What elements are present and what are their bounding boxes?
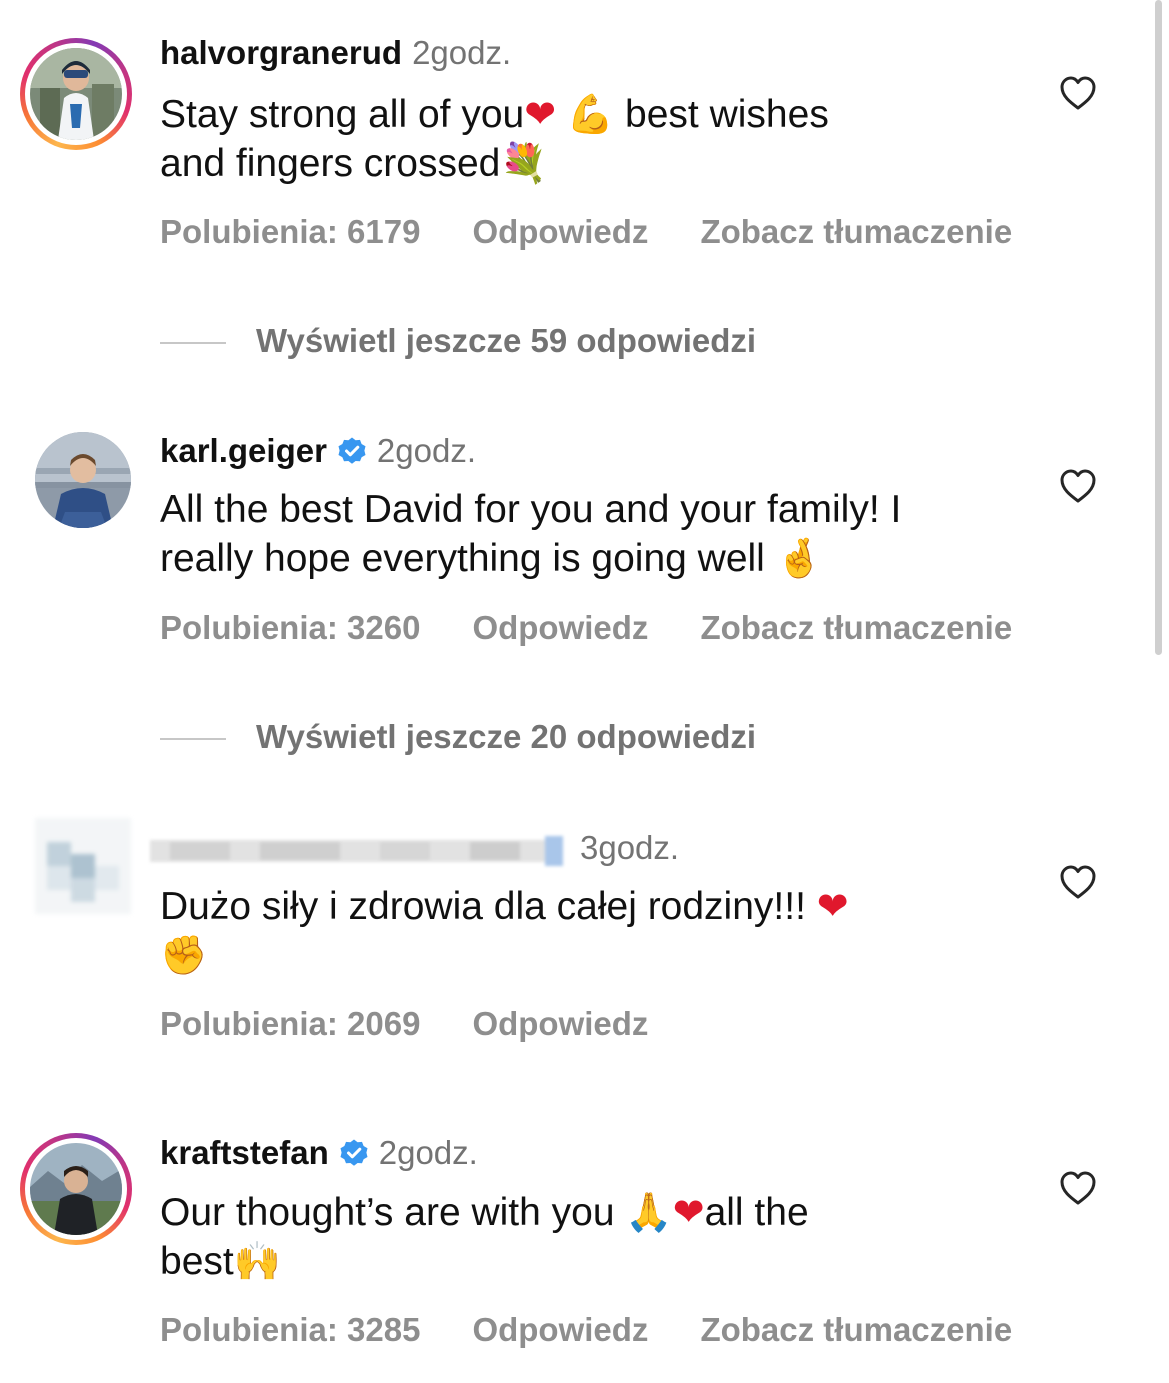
username[interactable]: kraftstefan	[160, 1134, 329, 1171]
comment-header: kraftstefan 2godz.	[160, 1134, 478, 1172]
avatar	[30, 1143, 122, 1235]
comment-text: Dużo siły i zdrowia dla całej rodziny!!!…	[160, 882, 1020, 980]
raised-fist-icon: ✊	[160, 933, 208, 977]
comment-text-line: All the best David for you and your fami…	[160, 488, 902, 531]
comment-text-line: Our thought’s are with you	[160, 1191, 615, 1234]
comment-text: Stay strong all of you❤ 💪 best wishes an…	[160, 90, 1020, 188]
verified-badge-icon	[338, 437, 366, 464]
view-replies-link[interactable]: Wyświetl jeszcze 20 odpowiedzi	[160, 718, 756, 756]
see-translation-button[interactable]: Zobacz tłumaczenie	[700, 213, 1012, 250]
red-heart-icon: ❤	[816, 884, 849, 928]
comment-text-line: best	[160, 1240, 234, 1283]
comment-header: 3godz.	[570, 829, 679, 867]
like-heart-icon[interactable]	[1058, 1169, 1098, 1209]
comment-text-line: Dużo siły i zdrowia dla całej rodziny!!!	[160, 885, 806, 928]
see-translation-button[interactable]: Zobacz tłumaczenie	[700, 1311, 1012, 1348]
like-heart-icon[interactable]	[1058, 74, 1098, 114]
avatar[interactable]	[35, 432, 131, 528]
red-heart-icon: ❤	[672, 1190, 705, 1234]
divider	[160, 342, 226, 345]
comment-actions: Polubienia: 3260 Odpowiedz Zobacz tłumacze…	[160, 609, 1064, 647]
comment-text: All the best David for you and your fami…	[160, 486, 1020, 583]
comment-header: halvorgranerud 2godz.	[160, 34, 511, 72]
reply-button[interactable]: Odpowiedz	[472, 1311, 648, 1348]
view-replies-label: Wyświetl jeszcze 20 odpowiedzi	[256, 718, 757, 755]
timestamp[interactable]: 2godz.	[377, 432, 476, 469]
raised-hands-icon: 🙌	[233, 1239, 282, 1283]
comment-actions: Polubienia: 3285 Odpowiedz Zobacz tłumacze…	[160, 1311, 1064, 1349]
comment-text-line: Stay strong all of you	[160, 93, 525, 136]
likes-count[interactable]: Polubienia: 3260	[160, 609, 420, 646]
timestamp[interactable]: 3godz.	[580, 829, 679, 866]
avatar-story-ring[interactable]	[20, 38, 132, 150]
reply-button[interactable]: Odpowiedz	[472, 1005, 648, 1042]
timestamp[interactable]: 2godz.	[379, 1134, 478, 1171]
comment-text: Our thought’s are with you 🙏❤all the bes…	[160, 1188, 1020, 1286]
scrollbar[interactable]	[1155, 0, 1162, 655]
timestamp[interactable]: 2godz.	[412, 34, 511, 71]
verified-badge-icon	[340, 1139, 368, 1166]
comment-actions: Polubienia: 2069 Odpowiedz	[160, 1005, 700, 1043]
comment-text-line: best wishes	[614, 93, 829, 136]
avatar	[30, 48, 122, 140]
username[interactable]: karl.geiger	[160, 432, 327, 469]
flexed-biceps-icon: 💪	[566, 92, 615, 136]
comment-header: karl.geiger 2godz.	[160, 432, 476, 470]
like-heart-icon[interactable]	[1058, 467, 1098, 507]
likes-count[interactable]: Polubienia: 3285	[160, 1311, 420, 1348]
reply-button[interactable]: Odpowiedz	[472, 213, 648, 250]
bouquet-icon: 💐	[500, 141, 548, 185]
divider	[160, 738, 226, 741]
comment-text-line: really hope everything is going well	[160, 537, 765, 580]
comment-actions: Polubienia: 6179 Odpowiedz Zobacz tłumacze…	[160, 213, 1064, 251]
reply-button[interactable]: Odpowiedz	[472, 609, 648, 646]
view-replies-label: Wyświetl jeszcze 59 odpowiedzi	[256, 322, 757, 359]
view-replies-link[interactable]: Wyświetl jeszcze 59 odpowiedzi	[160, 322, 756, 360]
likes-count[interactable]: Polubienia: 6179	[160, 213, 420, 250]
avatar-story-ring[interactable]	[20, 1133, 132, 1245]
comment-text-line: all the	[704, 1191, 809, 1234]
comment-text-line: and fingers crossed	[160, 142, 501, 185]
username[interactable]: halvorgranerud	[160, 34, 402, 71]
likes-count[interactable]: Polubienia: 2069	[160, 1005, 420, 1042]
red-heart-icon: ❤	[524, 92, 557, 136]
blurred-username	[150, 832, 570, 868]
crossed-fingers-icon: 🤞	[775, 536, 824, 580]
avatar[interactable]	[35, 818, 131, 914]
see-translation-button[interactable]: Zobacz tłumaczenie	[700, 609, 1012, 646]
folded-hands-icon: 🙏	[625, 1190, 673, 1234]
like-heart-icon[interactable]	[1058, 863, 1098, 903]
